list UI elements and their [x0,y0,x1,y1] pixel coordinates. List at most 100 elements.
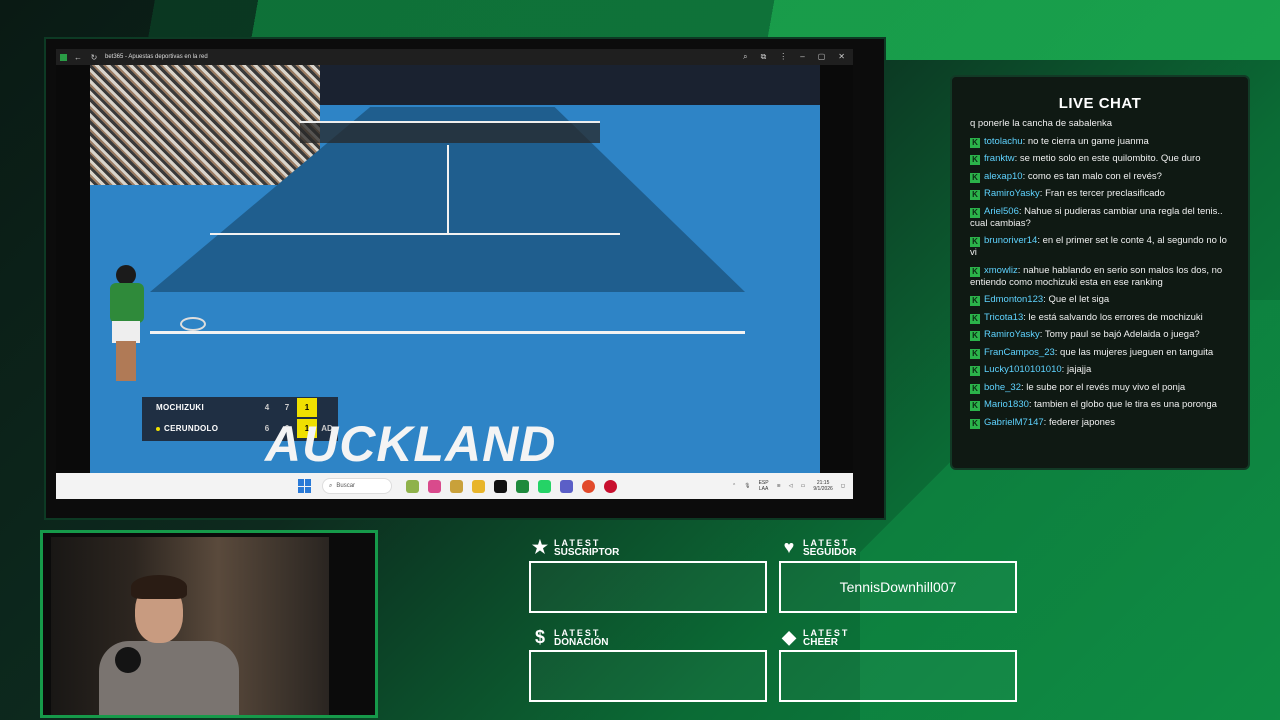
latest-seguidor-box: TennisDownhill007 [779,561,1017,613]
chat-username[interactable]: RamiroYasky [984,329,1040,340]
racket [180,317,206,331]
bet365-app-icon[interactable] [516,479,529,493]
chat-username[interactable]: RamiroYasky [984,188,1040,199]
subscriber-badge-icon: K [970,313,980,324]
chat-username[interactable]: FranCampos_23 [984,347,1055,358]
copilot-icon[interactable] [428,479,441,493]
chat-username[interactable]: bohe_32 [984,382,1021,393]
latest-cheer-label: ◆ LATEST CHEER [779,627,849,648]
chat-message: K RamiroYasky: Tomy paul se bajó Adelaida… [970,329,1228,341]
teams-icon[interactable] [560,479,573,493]
taskbar-search[interactable]: ⌕ Buscar [322,478,392,494]
file-explorer-icon[interactable] [450,479,463,493]
browser-window: ← ↻ bet365 - Apuestas deportivas en la r… [56,49,853,499]
restore-icon[interactable]: ▢ [818,52,826,62]
chat-username[interactable]: franktw [984,153,1015,164]
subscriber-badge-icon: K [970,172,980,183]
chat-username[interactable]: xmowliz [984,265,1018,276]
set-score: 4 [264,403,270,412]
latest-donacion-label: $ LATEST DONACIÓN [530,627,608,648]
streaming-app-icon[interactable] [604,479,617,493]
chrome-icon[interactable] [582,479,595,493]
widgets-icon[interactable] [406,479,419,493]
player-figure [102,265,157,395]
chat-username[interactable]: Tricota13 [984,312,1023,323]
subscriber-badge-icon: K [970,418,980,429]
volume-icon[interactable]: ◁ [789,483,793,489]
subscriber-badge-icon: K [970,266,980,277]
chat-text: tambien el globo que le tira es una poro… [1034,399,1217,410]
diamond-icon: ◆ [782,627,796,647]
chat-username[interactable]: Lucky1010101010 [984,364,1062,375]
subscriber-badge-icon: K [970,331,980,341]
more-menu-icon[interactable]: ⋮ [779,52,787,62]
zoom-icon[interactable]: ⌕ [743,52,747,62]
chat-text: como es tan malo con el revés? [1027,170,1162,182]
chat-message: K Tricota13: le está salvando los errores… [970,312,1228,324]
latest-cheer-box [779,650,1017,702]
chat-username[interactable]: alexap10 [984,171,1023,182]
chat-text: federer japones [1048,416,1115,428]
chat-message: K GabrielM7147: federer japones [970,417,1228,429]
chat-message: Ktotolachu: no te cierra un game juanma [970,136,1228,148]
chat-username[interactable]: GabrielM7147 [984,417,1044,428]
player-name-row: CERUNDOLO [142,424,257,433]
heart-icon: ♥ [783,537,795,557]
notification-icon[interactable]: ◻ [841,483,845,489]
folder-icon[interactable] [472,479,485,493]
crowd [90,65,320,185]
latest-suscriptor-label: ★ LATEST SUSCRIPTOR [531,537,620,558]
match-video[interactable]: MOCHIZUKI 4 7 1 CERUNDOLO 6 6 1 AD AUCKL… [90,65,820,473]
letterbox-right [820,65,853,473]
chat-messages: q ponerle la cancha de sabalenka Ktotola… [970,118,1228,429]
battery-icon[interactable]: ▭ [801,483,806,489]
language-indicator[interactable]: ESP LAA [759,480,769,492]
center-line [447,145,449,235]
chat-message: Kfranktw: se metio solo en este quilombi… [970,153,1228,165]
reload-icon[interactable]: ↻ [89,53,99,62]
subscriber-badge-icon: K [970,348,980,359]
chat-message: K Lucky1010101010: jajajja [970,364,1228,376]
subscriber-badge-icon: K [970,155,980,165]
close-icon[interactable]: ✕ [838,52,845,62]
live-chat-panel: LIVE CHAT q ponerle la cancha de sabalen… [950,75,1250,470]
chat-username[interactable]: Ariel506 [984,206,1019,217]
chat-username[interactable]: totolachu [984,136,1023,147]
microphone [115,647,141,673]
chat-message: K FranCampos_23: que las mujeres jueguen … [970,347,1228,359]
baseline [150,331,745,334]
wifi-icon[interactable]: ≋ [777,483,781,489]
chat-message: K Edmonton123: Que el let siga [970,294,1228,306]
chat-message: K Mario1830: tambien el globo que le tira… [970,399,1228,411]
subscriber-badge-icon: K [970,190,980,200]
chat-message: Kxmowliz: nahue hablando en serio son ma… [970,264,1223,288]
player-name: CERUNDOLO [164,424,219,433]
chat-text: Fran es tercer preclasificado [1045,188,1165,199]
chevron-up-icon[interactable]: ⌃ [732,483,736,489]
chat-text: no te cierra un game juanma [1027,135,1149,147]
chat-text: que las mujeres jueguen en tanguita [1060,346,1214,358]
chat-text: se metio solo en este quilombito. Que du… [1019,153,1201,164]
search-placeholder: Buscar [336,483,356,489]
whatsapp-icon[interactable] [538,479,551,493]
chat-username[interactable]: brunoriver14 [984,235,1037,246]
extensions-icon[interactable]: ⧉ [761,52,767,62]
chat-message: Kbrunoriver14: en el primer set le conte… [970,235,1227,258]
windows-start-icon[interactable] [298,479,312,493]
set-score: 7 [284,403,290,412]
chat-message: K Ariel506: Nahue si pudieras cambiar una… [970,205,1223,229]
minimize-icon[interactable]: – [800,52,804,62]
taskbar-clock[interactable]: 21:15 9/1/2026 [813,480,832,492]
search-icon: ⌕ [329,482,333,489]
chat-text: Que el let siga [1048,294,1110,305]
latest-suscriptor-box [529,561,767,613]
chat-username[interactable]: Edmonton123 [984,294,1043,305]
mic-icon[interactable]: 🎙 [744,483,750,489]
subscriber-badge-icon: K [970,401,980,411]
webcam-frame [40,530,378,718]
back-icon[interactable]: ← [73,53,83,62]
tournament-city: AUCKLAND [265,416,557,472]
tiktok-icon[interactable] [494,479,507,493]
chat-username[interactable]: Mario1830 [984,399,1029,410]
subscriber-badge-icon: K [970,366,980,376]
